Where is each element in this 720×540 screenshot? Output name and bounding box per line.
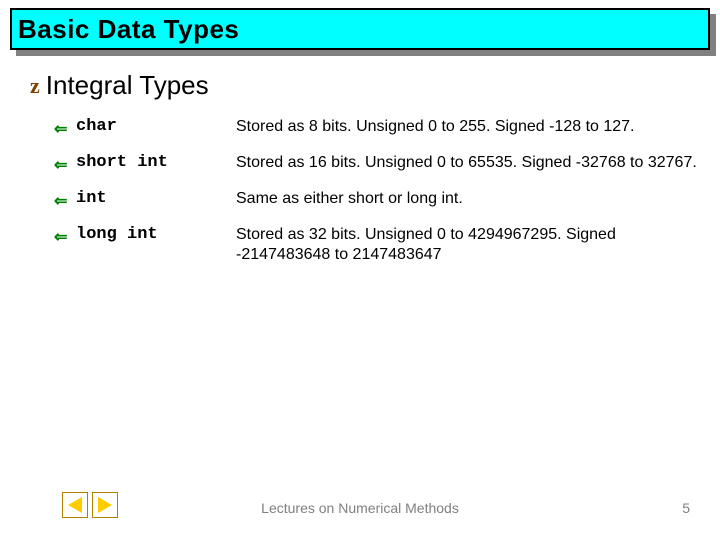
type-list: ⇐ char Stored as 8 bits. Unsigned 0 to 2… [54, 117, 700, 265]
type-description: Same as either short or long int. [236, 189, 700, 209]
type-name: int [76, 189, 107, 208]
list-item: ⇐ short int Stored as 16 bits. Unsigned … [54, 153, 700, 175]
section-bullet-icon: z [30, 73, 40, 99]
footer-text: Lectures on Numerical Methods [261, 500, 459, 516]
triangle-left-icon [68, 497, 82, 513]
prev-slide-button[interactable] [62, 492, 88, 518]
title-bar: Basic Data Types [10, 8, 710, 50]
type-name: char [76, 117, 117, 136]
list-item: ⇐ int Same as either short or long int. [54, 189, 700, 211]
arrow-left-icon: ⇐ [54, 229, 67, 246]
type-name: short int [76, 153, 168, 172]
section-heading: Integral Types [46, 70, 209, 101]
type-description: Stored as 8 bits. Unsigned 0 to 255. Sig… [236, 117, 700, 137]
slide-title: Basic Data Types [18, 14, 239, 45]
arrow-left-icon: ⇐ [54, 193, 67, 210]
slide-nav [62, 492, 118, 518]
list-item: ⇐ long int Stored as 32 bits. Unsigned 0… [54, 225, 700, 265]
next-slide-button[interactable] [92, 492, 118, 518]
arrow-left-icon: ⇐ [54, 157, 67, 174]
type-description: Stored as 32 bits. Unsigned 0 to 4294967… [236, 225, 700, 265]
list-item: ⇐ char Stored as 8 bits. Unsigned 0 to 2… [54, 117, 700, 139]
arrow-left-icon: ⇐ [54, 121, 67, 138]
type-description: Stored as 16 bits. Unsigned 0 to 65535. … [236, 153, 700, 173]
type-name: long int [76, 225, 158, 244]
section-heading-row: z Integral Types [30, 70, 700, 101]
slide-title-bar: Basic Data Types [10, 8, 710, 50]
page-number: 5 [682, 500, 690, 516]
slide-content: z Integral Types ⇐ char Stored as 8 bits… [30, 70, 700, 279]
triangle-right-icon [98, 497, 112, 513]
